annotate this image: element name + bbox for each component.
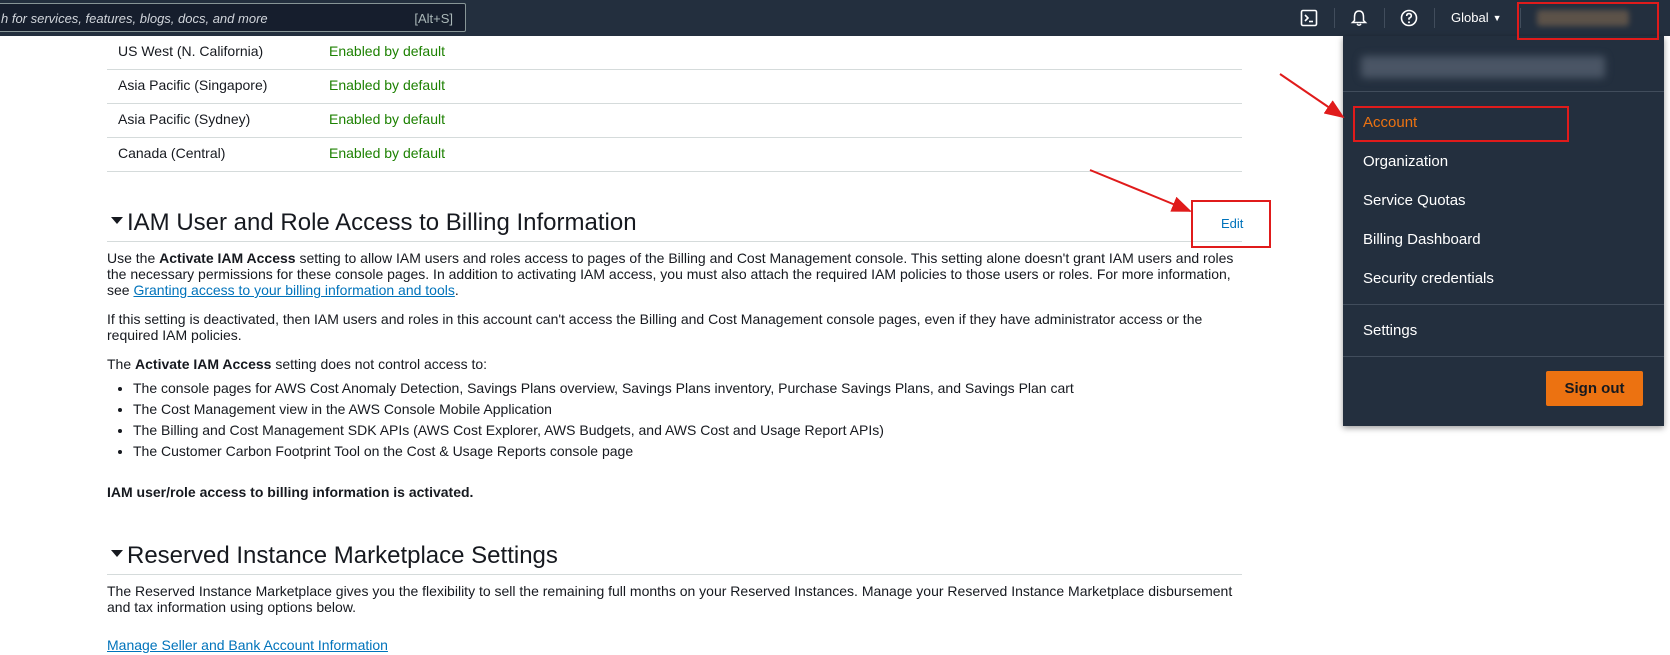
menu-item-settings[interactable]: Settings (1363, 322, 1417, 339)
menu-item-security-credentials[interactable]: Security credentials (1363, 270, 1494, 287)
text: The (107, 356, 136, 372)
table-row: Asia Pacific (Singapore) Enabled by defa… (107, 70, 1242, 104)
cloudshell-icon[interactable] (1300, 9, 1318, 27)
nav-divider (1434, 8, 1435, 28)
search-placeholder: h for services, features, blogs, docs, a… (1, 11, 268, 26)
region-label: Global (1451, 10, 1489, 25)
annotation-box-edit (1191, 200, 1271, 248)
menu-divider (1343, 304, 1664, 305)
menu-item-billing-dashboard[interactable]: Billing Dashboard (1363, 231, 1481, 248)
region-status: Enabled by default (329, 77, 445, 93)
region-status: Enabled by default (329, 111, 445, 127)
menu-divider (1343, 91, 1664, 92)
regions-table: US West (N. California) Enabled by defau… (107, 36, 1242, 172)
sign-out-button[interactable]: Sign out (1546, 371, 1643, 406)
help-icon[interactable] (1400, 9, 1418, 27)
manage-seller-bank-link[interactable]: Manage Seller and Bank Account Informati… (107, 637, 388, 653)
text: setting does not control access to: (271, 356, 488, 372)
ri-description: The Reserved Instance Marketplace gives … (107, 583, 1233, 615)
table-row: Canada (Central) Enabled by default (107, 138, 1242, 172)
caret-down-icon: ▼ (1492, 13, 1502, 23)
account-dropdown-menu: Account Organization Service Quotas Bill… (1343, 36, 1664, 426)
iam-description-3: The Activate IAM Access setting does not… (107, 356, 1244, 372)
text: Use the (107, 250, 160, 266)
region-name: Canada (Central) (118, 145, 226, 161)
region-name: Asia Pacific (Sydney) (118, 111, 251, 127)
search-input[interactable]: h for services, features, blogs, docs, a… (0, 3, 466, 32)
list-item: The Customer Carbon Footprint Tool on th… (133, 441, 1074, 462)
arrow-to-account (1279, 73, 1345, 119)
region-status: Enabled by default (329, 145, 445, 161)
ri-section-header[interactable]: Reserved Instance Marketplace Settings (107, 542, 1242, 575)
region-selector[interactable]: Global ▼ (1451, 10, 1502, 25)
search-shortcut: [Alt+S] (414, 11, 453, 26)
menu-item-service-quotas[interactable]: Service Quotas (1363, 192, 1466, 209)
expand-triangle-icon[interactable] (111, 550, 123, 558)
iam-description-1: Use the Activate IAM Access setting to a… (107, 250, 1244, 298)
list-item: The Billing and Cost Management SDK APIs… (133, 420, 1074, 441)
arrow-to-edit (1089, 169, 1192, 212)
table-row: US West (N. California) Enabled by defau… (107, 36, 1242, 70)
iam-description-2: If this setting is deactivated, then IAM… (107, 311, 1203, 343)
region-status: Enabled by default (329, 43, 445, 59)
account-id-redacted (1361, 56, 1605, 78)
top-navigation-bar: h for services, features, blogs, docs, a… (0, 0, 1670, 36)
menu-divider (1343, 356, 1664, 357)
ri-section-title: Reserved Instance Marketplace Settings (127, 542, 558, 569)
iam-section-header[interactable]: IAM User and Role Access to Billing Info… (107, 209, 1242, 242)
bold-text: Activate IAM Access (159, 250, 296, 266)
nav-divider (1334, 8, 1335, 28)
iam-section-title: IAM User and Role Access to Billing Info… (127, 209, 637, 236)
bold-text: Activate IAM Access (135, 356, 272, 372)
uncontrolled-access-list: The console pages for AWS Cost Anomaly D… (107, 378, 1074, 462)
billing-access-doc-link[interactable]: Granting access to your billing informat… (133, 282, 454, 298)
expand-triangle-icon[interactable] (111, 217, 123, 225)
annotation-box-account-name (1517, 2, 1659, 40)
table-row: Asia Pacific (Sydney) Enabled by default (107, 104, 1242, 138)
region-name: US West (N. California) (118, 43, 264, 59)
menu-item-organization[interactable]: Organization (1363, 153, 1448, 170)
nav-divider (1384, 8, 1385, 28)
bell-icon[interactable] (1350, 9, 1368, 27)
region-name: Asia Pacific (Singapore) (118, 77, 268, 93)
list-item: The Cost Management view in the AWS Cons… (133, 399, 1074, 420)
list-item: The console pages for AWS Cost Anomaly D… (133, 378, 1074, 399)
annotation-box-account-item (1353, 106, 1569, 142)
iam-access-status: IAM user/role access to billing informat… (107, 484, 474, 500)
text: . (454, 282, 459, 298)
